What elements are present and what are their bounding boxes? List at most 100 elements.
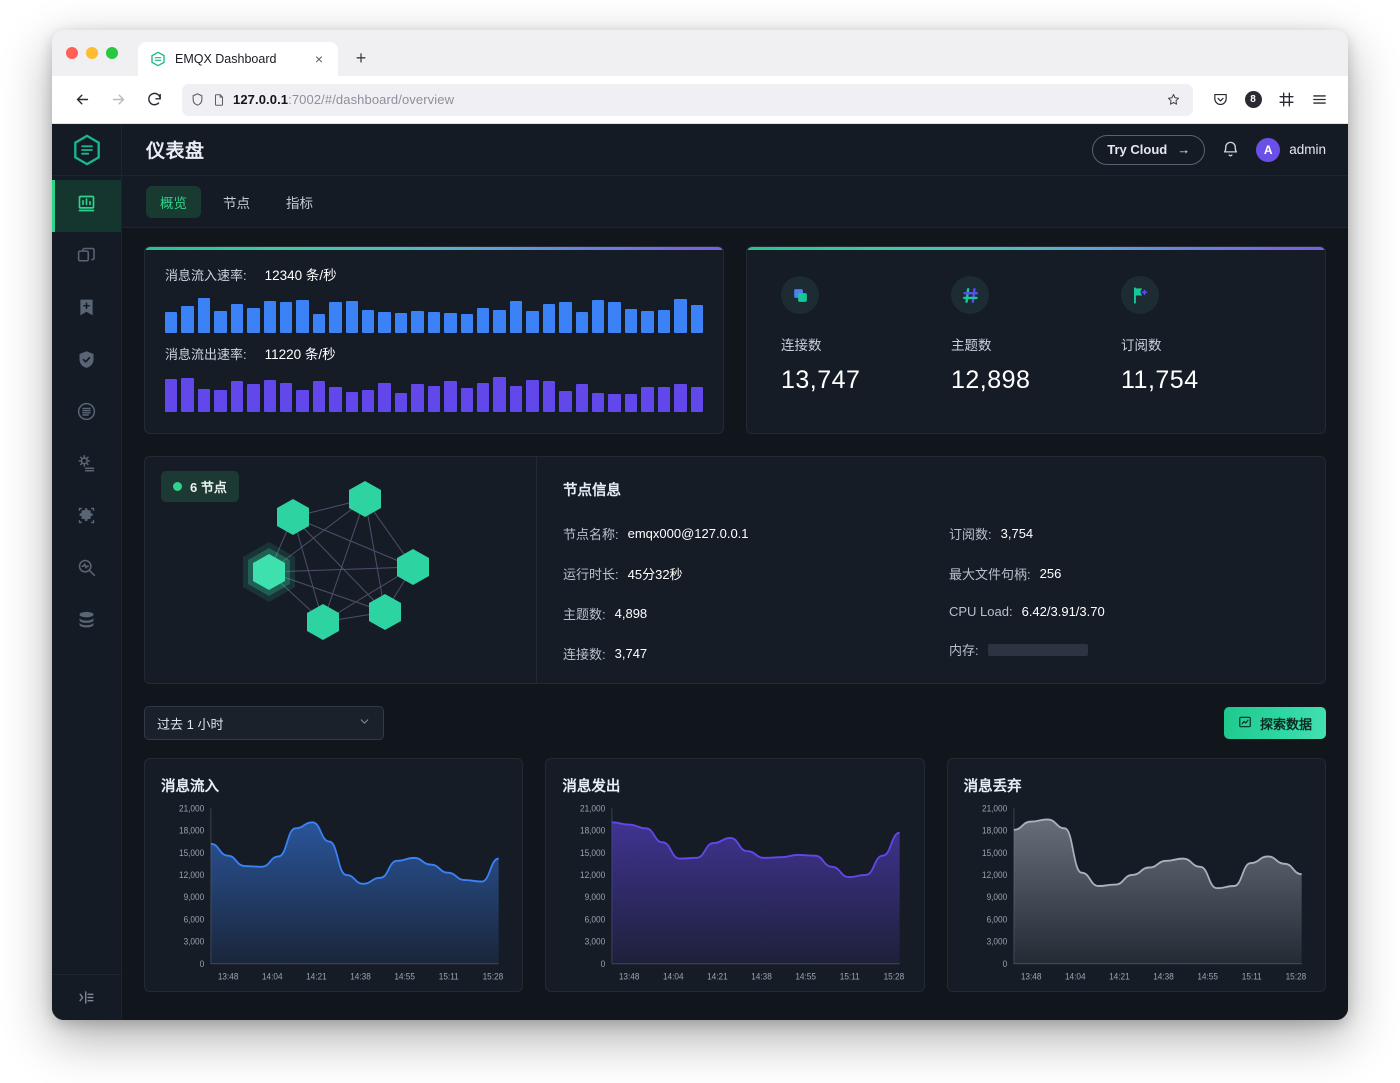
field-value: 256 — [1040, 566, 1062, 581]
page-icon — [212, 93, 226, 107]
extensions-icon[interactable] — [1271, 85, 1301, 115]
x-tick-label: 14:21 — [306, 971, 327, 981]
spark-bar — [510, 386, 522, 412]
sidebar-item-data-integration[interactable] — [52, 388, 121, 440]
x-tick-label: 14:21 — [1109, 971, 1130, 981]
tab-nodes[interactable]: 节点 — [209, 186, 264, 218]
sidebar-item-settings[interactable] — [52, 440, 121, 492]
spark-bar — [608, 394, 620, 412]
emqx-hexagon-logo[interactable] — [52, 124, 121, 176]
top-row: 消息流入速率: 12340 条/秒 消息流出速率: 11220 条/秒 — [144, 246, 1326, 434]
y-tick-label: 6,000 — [184, 914, 205, 924]
chart-area-fill — [1014, 819, 1302, 963]
y-tick-label: 12,000 — [982, 870, 1007, 880]
emqx-dashboard-app: 仪表盘 Try Cloud → A admin 概览 — [52, 124, 1348, 1020]
pocket-icon[interactable] — [1205, 85, 1235, 115]
spark-bar — [674, 384, 686, 412]
spark-bar — [395, 313, 407, 333]
try-cloud-button[interactable]: Try Cloud → — [1092, 135, 1205, 165]
app-main: 仪表盘 Try Cloud → A admin 概览 — [122, 124, 1348, 1020]
browser-tab[interactable]: EMQX Dashboard × — [138, 42, 338, 76]
stats-panel: 连接数 13,747 主题数 12,898 — [746, 246, 1326, 434]
minimize-window-button[interactable] — [86, 47, 98, 59]
y-tick-label: 0 — [200, 958, 205, 968]
app-topbar: 仪表盘 Try Cloud → A admin — [122, 124, 1348, 176]
subscription-flag-icon — [1121, 276, 1159, 314]
node-name-row: 节点名称: emqx000@127.0.0.1 — [563, 524, 913, 543]
hamburger-menu-icon[interactable] — [1304, 85, 1334, 115]
spark-bar — [526, 311, 538, 333]
field-value: emqx000@127.0.0.1 — [628, 526, 749, 541]
spark-bar — [658, 310, 670, 333]
topbar-right: Try Cloud → A admin — [1092, 135, 1326, 165]
collapse-sidebar-icon[interactable] — [52, 974, 121, 1020]
browser-window: EMQX Dashboard × + 127.0.0.1:7002/#/dash… — [52, 30, 1348, 1020]
chart-title: 消息发出 — [562, 775, 907, 796]
stat-subscriptions: 订阅数 11,754 — [1121, 276, 1291, 395]
forward-button[interactable] — [102, 84, 134, 116]
chart-plot-area: 21,00018,00015,00012,0009,0006,0003,0000… — [562, 802, 907, 991]
connections-icon — [781, 276, 819, 314]
bookmark-plus-icon — [76, 297, 97, 323]
x-tick-label: 15:28 — [1285, 971, 1306, 981]
x-tick-label: 14:04 — [262, 971, 283, 981]
tab-overview[interactable]: 概览 — [146, 186, 201, 218]
spark-bar — [313, 381, 325, 412]
sidebar-item-subscriptions[interactable] — [52, 284, 121, 336]
y-tick-label: 9,000 — [585, 892, 606, 902]
outbound-rate-row: 消息流出速率: 11220 条/秒 — [165, 343, 703, 363]
sidebar-item-connections[interactable] — [52, 232, 121, 284]
reload-button[interactable] — [138, 84, 170, 116]
sidebar-nav-items — [52, 176, 121, 648]
spark-bar — [231, 304, 243, 333]
spark-bar — [198, 389, 210, 412]
spark-bar — [247, 308, 259, 333]
tab-metrics[interactable]: 指标 — [272, 186, 327, 218]
y-tick-label: 15,000 — [982, 847, 1007, 857]
spark-bar — [296, 300, 308, 333]
url-bar[interactable]: 127.0.0.1:7002/#/dashboard/overview — [182, 84, 1193, 116]
notification-bell-icon[interactable] — [1221, 140, 1240, 159]
browser-nav-bar: 127.0.0.1:7002/#/dashboard/overview 8 — [52, 76, 1348, 124]
sidebar-item-access-control[interactable] — [52, 336, 121, 388]
maximize-window-button[interactable] — [106, 47, 118, 59]
explore-data-button[interactable]: 探索数据 — [1224, 707, 1326, 739]
sidebar-item-extensions[interactable] — [52, 492, 121, 544]
new-tab-button[interactable]: + — [346, 43, 376, 73]
field-value: 6.42/3.91/3.70 — [1022, 604, 1105, 619]
spark-bar — [526, 380, 538, 412]
sidebar-item-diagnose[interactable] — [52, 544, 121, 596]
spark-bar — [559, 302, 571, 333]
browser-tab-strip: EMQX Dashboard × + — [52, 30, 1348, 76]
x-tick-label: 14:38 — [752, 971, 773, 981]
chart-area-fill — [612, 822, 900, 963]
close-window-button[interactable] — [66, 47, 78, 59]
max-fds-row: 最大文件句柄: 256 — [949, 564, 1299, 583]
y-tick-label: 15,000 — [179, 847, 204, 857]
spark-bar — [559, 391, 571, 412]
spark-bar — [510, 301, 522, 333]
back-button[interactable] — [66, 84, 98, 116]
stat-connections: 连接数 13,747 — [781, 276, 951, 395]
chart-title: 消息丢弃 — [964, 775, 1309, 796]
spark-bar — [362, 310, 374, 333]
close-tab-icon[interactable]: × — [310, 50, 328, 68]
time-range-select[interactable]: 过去 1 小时 — [144, 706, 384, 740]
x-tick-label: 14:38 — [1153, 971, 1174, 981]
outbound-sparkbars — [165, 372, 703, 412]
chart-card-outflow: 消息发出 21,00018,00015,00012,0009,0006,0003… — [545, 758, 924, 992]
y-tick-label: 15,000 — [580, 847, 605, 857]
spark-bar — [576, 312, 588, 333]
sidebar-item-dashboard[interactable] — [52, 180, 121, 232]
bookmark-star-icon[interactable] — [1161, 88, 1185, 112]
shield-icon — [190, 92, 205, 107]
user-menu[interactable]: A admin — [1256, 138, 1326, 162]
chart-plot-area: 21,00018,00015,00012,0009,0006,0003,0000… — [964, 802, 1309, 991]
explore-data-label: 探索数据 — [1260, 714, 1312, 733]
sidebar-item-storage[interactable] — [52, 596, 121, 648]
spark-bar — [625, 309, 637, 333]
shield-check-icon — [76, 349, 97, 375]
spark-bar — [428, 386, 440, 412]
account-badge-icon[interactable]: 8 — [1238, 85, 1268, 115]
spark-bar — [198, 298, 210, 333]
